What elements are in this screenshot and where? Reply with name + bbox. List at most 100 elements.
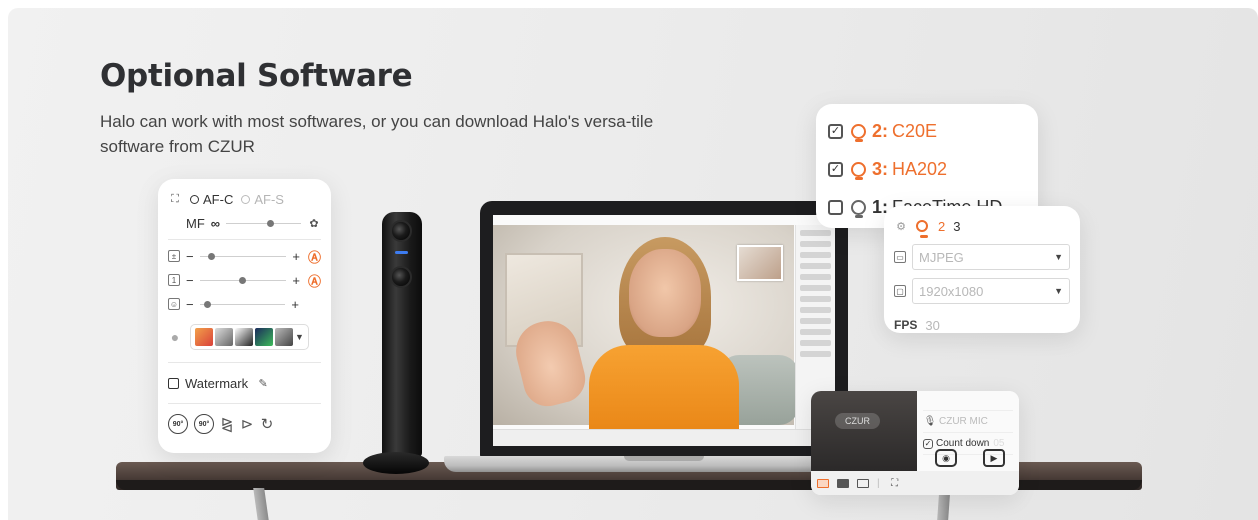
af-c-label[interactable]: AF-C [203,192,233,207]
wb-auto-icon[interactable]: Ⓐ [308,271,321,290]
person-shirt [589,345,739,435]
pip-thumbnail[interactable] [737,245,783,281]
rotate-left-icon[interactable]: 90° [168,414,188,434]
layout-pip-icon[interactable] [817,478,829,488]
camera-snapshot-icon[interactable]: ◉ [935,449,957,467]
chevron-down-icon[interactable]: ▼ [295,332,304,342]
exposure-auto-icon[interactable]: Ⓐ [308,247,321,266]
desk-leg [253,488,270,520]
laptop-screen [493,215,835,446]
af-c-radio[interactable] [190,194,199,204]
filter-bw[interactable] [235,328,253,346]
beauty-minus[interactable]: − [186,297,194,312]
filter-warm[interactable] [195,328,213,346]
video-preview [493,225,799,435]
resolution-field: ▢ 1920x1080 ▼ [894,276,1070,306]
beauty-face-icon: ☺ [168,298,180,310]
exposure-icon: ± [168,250,180,262]
laptop [480,201,848,458]
device-checkbox[interactable]: ✓ [828,123,843,139]
capture-options: 🎙 CZUR MIC ✓ Count down 05 ◉ ▶ [917,391,1019,471]
filter-row: ● ▼ [168,320,321,354]
hero-banner: Optional Software Halo can work with mos… [8,8,1258,520]
webcam-icon [851,199,866,218]
resolution-select[interactable]: 1920x1080 ▼ [912,278,1070,304]
filter-mono[interactable] [275,328,293,346]
mf-label: MF [186,215,205,231]
chevron-down-icon: ▼ [1054,286,1063,296]
codec-select[interactable]: MJPEG ▼ [912,244,1070,270]
beauty-plus[interactable]: + [291,297,299,312]
filter-gray[interactable] [215,328,233,346]
transform-row: 90° 90° ⧎ ⊳ ↻ [168,412,321,436]
color-filter-icon: ● [170,329,180,345]
settings-gear-icon[interactable]: ⚙ [894,219,908,233]
layout-split-icon[interactable] [857,478,869,488]
focus-icon: ⛶ [171,192,179,205]
codec-icon: ▭ [894,251,906,263]
device-item[interactable]: ✓ 2: C20E [828,112,1026,150]
countdown-label[interactable]: Count down [936,438,989,449]
page-subtitle: Halo can work with most softwares, or yo… [100,112,654,156]
video-record-icon[interactable]: ▶ [983,449,1005,467]
person-face [629,249,701,337]
exposure-slider[interactable] [199,252,287,260]
flip-horizontal-icon[interactable]: ⧎ [220,416,234,433]
focus-mode-row: ⛶ AF-C AF-S [168,187,321,211]
camera-base [363,452,429,474]
beauty-slider[interactable] [199,300,286,308]
device-item[interactable]: ✓ 3: HA202 [828,150,1026,188]
device-name: C20E [892,120,938,141]
filter-swatch-dropdown[interactable]: ▼ [190,324,309,350]
exposure-plus[interactable]: + [292,249,300,264]
layout-single-icon[interactable] [837,478,849,488]
resolution-icon: ▢ [894,285,906,297]
fullscreen-icon[interactable]: ⛶ [888,476,902,490]
halo-camera-stand [382,212,422,457]
white-balance-slider[interactable] [199,276,287,284]
manual-focus-row: MF ∞ ✿ [168,211,321,235]
flip-vertical-icon[interactable]: ⊳ [240,416,254,433]
codec-field: ▭ MJPEG ▼ [894,242,1070,272]
af-s-radio[interactable] [241,194,251,204]
edit-icon[interactable]: ✎ [256,376,270,390]
countdown-checkbox[interactable]: ✓ [923,438,933,449]
video-format-card: ⚙ 2 3 ▭ MJPEG ▼ ▢ 1920x1080 ▼ FPS 30 [884,206,1080,333]
device-number: 3: [872,158,889,179]
mic-select[interactable]: CZUR MIC [939,416,988,427]
rotate-right-icon[interactable]: 90° [194,414,214,434]
white-balance-row: 1 − + Ⓐ [168,268,321,292]
czur-logo: CZUR [835,413,880,429]
fps-field: FPS 30 [894,310,1070,333]
capture-preview: CZUR [811,391,917,471]
focus-slider[interactable] [226,219,301,227]
webcam-icon [916,220,928,238]
wb-plus[interactable]: + [292,273,300,288]
filter-cool[interactable] [255,328,273,346]
camera-tabs: ⚙ 2 3 [894,214,1070,238]
infinity-icon: ∞ [210,215,221,231]
webcam-icon [851,161,866,180]
watermark-checkbox[interactable] [168,377,179,389]
countdown-value: 05 [993,438,1005,449]
tab-camera-2[interactable]: 2 [938,219,945,234]
watermark-row: Watermark ✎ [168,371,321,395]
resolution-value: 1920x1080 [919,283,984,299]
reset-icon[interactable]: ↻ [260,416,274,433]
exposure-minus[interactable]: − [186,249,194,264]
fps-value[interactable]: 30 [925,318,939,333]
microphone-icon: 🎙 [923,416,937,427]
mic-row[interactable]: 🎙 CZUR MIC [923,411,1013,433]
af-s-label[interactable]: AF-S [254,192,284,207]
beauty-row: ☺ − + [168,292,321,316]
device-name: HA202 [892,158,948,179]
device-checkbox[interactable] [828,199,843,215]
camera-lens-icon [390,266,412,288]
layout-toolbar: | ⛶ [811,471,1019,495]
app-bottom-bar [493,429,835,446]
wb-minus[interactable]: − [186,273,194,288]
watermark-label[interactable]: Watermark [185,376,248,391]
device-checkbox[interactable]: ✓ [828,161,843,177]
tab-camera-3[interactable]: 3 [953,219,960,234]
macro-flower-icon: ✿ [309,217,319,230]
